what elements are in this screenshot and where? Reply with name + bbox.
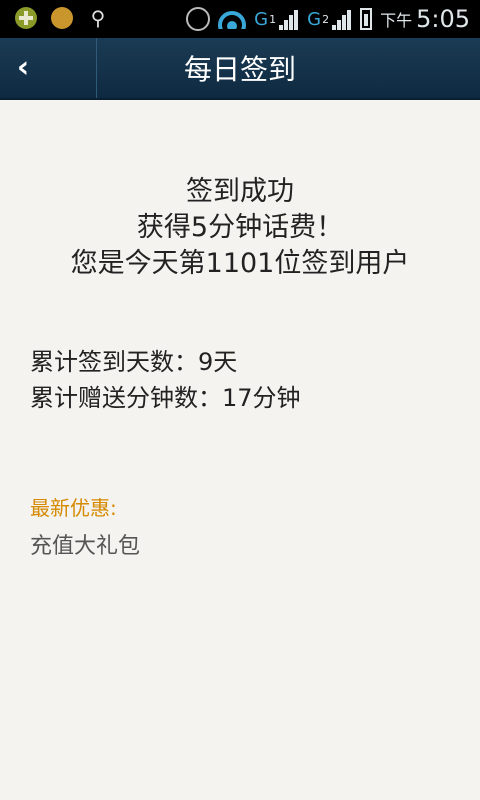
rank-text: 您是今天第1101位签到用户 bbox=[70, 248, 410, 279]
reward-text: 获得5分钟话费！ bbox=[136, 212, 344, 243]
status-left: ⚲ bbox=[14, 6, 122, 30]
promo-item-link[interactable]: 充值大礼包 bbox=[30, 528, 140, 560]
checkin-result: 签到成功 获得5分钟话费！ 您是今天第1101位签到用户 bbox=[0, 174, 480, 282]
sim1-number: 1 bbox=[269, 12, 277, 26]
alarm-icon bbox=[186, 7, 211, 31]
network1-label: G bbox=[254, 8, 269, 30]
clock: 下午 5:05 bbox=[380, 5, 470, 33]
notification-amber-icon[interactable] bbox=[50, 6, 74, 30]
usb-icon: ⚲ bbox=[90, 6, 106, 30]
clock-ampm: 下午 bbox=[380, 11, 413, 30]
network2-label: G bbox=[307, 8, 322, 30]
status-right: G 1 G 2 下午 5:05 bbox=[178, 4, 470, 34]
checkin-success-text: 签到成功 bbox=[186, 176, 294, 207]
page-title: 每日签到 bbox=[183, 53, 296, 86]
status-bar: ⚲ G 1 G 2 下午 5:05 bbox=[0, 0, 480, 38]
total-days-text: 累计签到天数：9天 bbox=[30, 348, 238, 376]
sim1-signal: G 1 bbox=[254, 8, 299, 30]
wifi-icon bbox=[218, 9, 247, 29]
signal-icon bbox=[279, 8, 299, 30]
sim2-number: 2 bbox=[322, 12, 330, 26]
total-minutes-text: 累计赠送分钟数：17分钟 bbox=[30, 384, 301, 412]
notification-green-icon[interactable] bbox=[14, 6, 38, 30]
checkin-stats: 累计签到天数：9天 累计赠送分钟数：17分钟 bbox=[30, 344, 301, 416]
signal-icon bbox=[332, 8, 352, 30]
sim2-signal: G 2 bbox=[307, 8, 352, 30]
chevron-left-icon: ‹ bbox=[16, 50, 30, 85]
clock-time: 5:05 bbox=[416, 5, 470, 33]
promo-title: 最新优惠: bbox=[30, 496, 117, 520]
title-bar: ‹ 每日签到 bbox=[0, 38, 480, 100]
back-button[interactable]: ‹ bbox=[0, 38, 97, 98]
content-area: 签到成功 获得5分钟话费！ 您是今天第1101位签到用户 累计签到天数：9天 累… bbox=[0, 100, 480, 800]
battery-icon bbox=[360, 8, 373, 30]
